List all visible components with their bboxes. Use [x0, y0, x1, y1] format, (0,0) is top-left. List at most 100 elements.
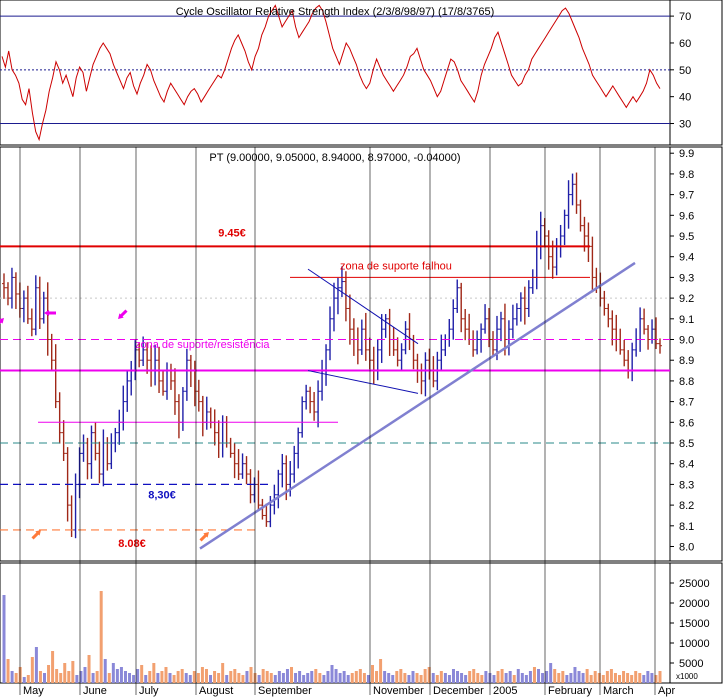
volume-bar: [375, 671, 379, 683]
volume-bar: [330, 665, 334, 683]
y-tick-label: 15000: [679, 618, 710, 630]
volume-bar: [204, 669, 208, 683]
volume-bar: [10, 671, 14, 683]
volume-bar: [229, 671, 233, 683]
price-panel: 8.0 8.1 8.2 8.3 8.4 8.5 8.6 8.7 8.8 8.9 9.0 9.1 9.2 9…: [0, 146, 723, 562]
y-tick-label: 8.4: [679, 459, 694, 471]
volume-bar: [476, 673, 480, 683]
volume-bar: [597, 673, 601, 683]
month-label: 2005: [493, 685, 517, 697]
arrow-up-right-icon: [0, 318, 4, 328]
volume-bar: [613, 673, 617, 683]
volume-bar: [176, 671, 180, 683]
trendline: [199, 261, 636, 550]
volume-bar: [638, 673, 642, 683]
y-tick-label: 8.0: [679, 542, 694, 554]
volume-bar: [107, 673, 111, 683]
volume-bar: [496, 671, 500, 683]
volume-bar: [14, 673, 18, 683]
y-tick-label: 10000: [679, 638, 710, 650]
volume-bar: [346, 675, 350, 683]
volume-bar: [585, 669, 589, 683]
volume-bar: [589, 675, 593, 683]
volume-bar: [447, 675, 451, 683]
month-label: September: [258, 685, 312, 697]
volume-bar: [225, 675, 229, 683]
volume-bar: [618, 675, 622, 683]
volume-bar: [111, 663, 115, 683]
volume-bar: [245, 671, 249, 683]
volume-bar: [103, 659, 107, 683]
volume-bar: [322, 675, 326, 683]
volume-bar: [71, 661, 75, 683]
volume-bar: [140, 665, 144, 683]
volume-bar: [55, 669, 59, 683]
volume-bar: [366, 675, 370, 683]
volume-bar: [512, 675, 516, 683]
volume-bar: [164, 667, 168, 683]
y-tick-label: 9.8: [679, 169, 694, 181]
volume-bar: [334, 669, 338, 683]
y-tick-label: 9.0: [679, 335, 694, 347]
volume-bar: [59, 673, 63, 683]
volume-bar: [273, 675, 277, 683]
volume-bar: [460, 673, 464, 683]
volume-bar: [209, 675, 213, 683]
volume-bar: [38, 671, 42, 683]
volume-bar: [115, 669, 119, 683]
y-tick-label: 50: [679, 65, 691, 77]
volume-bar: [281, 673, 285, 683]
y-tick-label: 8.5: [679, 438, 694, 450]
volume-bar: [573, 667, 577, 683]
volume-bar: [221, 663, 225, 683]
volume-bar: [407, 675, 411, 683]
y-tick-label: 9.3: [679, 272, 694, 284]
volume-bar: [350, 673, 354, 683]
y-tick-label: 8.8: [679, 376, 694, 388]
volume-bar: [565, 675, 569, 683]
y-tick-label: 60: [679, 38, 691, 50]
volume-bar: [22, 677, 26, 683]
volume-bar: [528, 671, 532, 683]
volume-bar: [383, 671, 387, 683]
volume-bar: [391, 675, 395, 683]
volume-bar: [646, 671, 650, 683]
panel-frame: [0, 562, 723, 684]
volume-bar: [622, 671, 626, 683]
label-945: 9.45€: [218, 227, 246, 239]
volume-bar: [658, 671, 662, 683]
volume-bar: [306, 673, 310, 683]
volume-bar: [217, 673, 221, 683]
month-label: Apr: [658, 685, 675, 697]
month-label: June: [83, 685, 107, 697]
y-tick-label: 8.6: [679, 417, 694, 429]
arrow-down-left-icon: [118, 309, 128, 319]
volume-bar: [411, 671, 415, 683]
volume-bar: [464, 675, 468, 683]
month-label: August: [199, 685, 233, 697]
volume-bar: [172, 675, 176, 683]
y-tick-label: 25000: [679, 578, 710, 590]
volume-bar: [399, 669, 403, 683]
volume-bar: [83, 667, 87, 683]
volume-bar: [468, 671, 472, 683]
volume-bar: [196, 673, 200, 683]
arrow-left-icon-shape: [44, 310, 56, 316]
volume-bar: [285, 669, 289, 683]
y-tick-label: 9.9: [679, 148, 694, 160]
indicator-header: Cycle Oscillator Relative Strength Index…: [176, 6, 495, 18]
technical-chart: 30 40 50 60 70 Cycle Oscillator Relative Stre…: [0, 0, 723, 697]
volume-bar: [516, 669, 520, 683]
volume-bar: [601, 675, 605, 683]
volume-bar: [435, 675, 439, 683]
volume-bar: [342, 671, 346, 683]
volume-bar: [119, 667, 123, 683]
volume-bar: [492, 675, 496, 683]
volume-bar: [630, 675, 634, 683]
volume-bar: [188, 675, 192, 683]
volume-bar: [144, 675, 148, 683]
label-failed-support: zona de suporte falhou: [340, 260, 452, 272]
volume-bar: [160, 671, 164, 683]
volume-bar: [47, 665, 51, 683]
volume-bar: [261, 669, 265, 683]
